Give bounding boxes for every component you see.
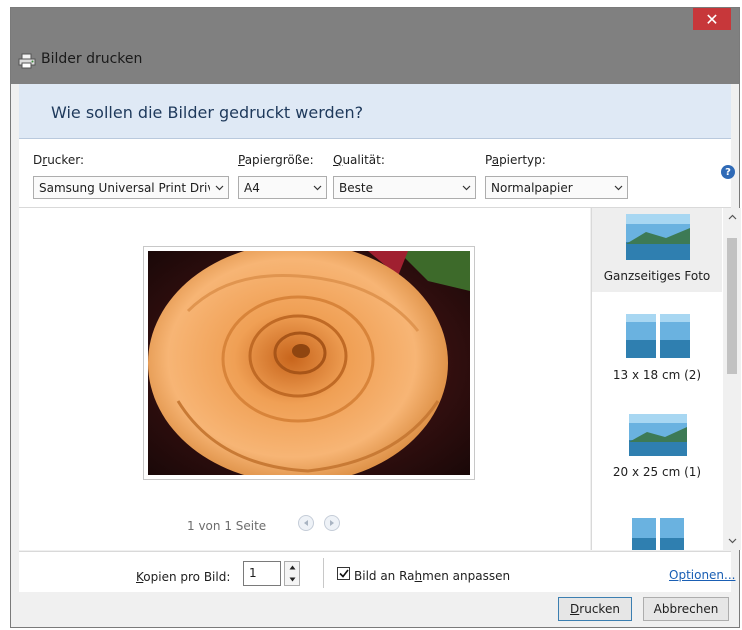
checkmark-icon bbox=[338, 569, 349, 578]
printer-label: Drucker: bbox=[33, 153, 85, 167]
paper-type-select[interactable]: Normalpapier bbox=[485, 176, 628, 199]
layout-full-page[interactable]: Ganzseitiges Foto bbox=[592, 208, 722, 292]
increment-button[interactable] bbox=[285, 562, 299, 573]
close-button[interactable]: ✕ bbox=[693, 8, 731, 30]
scroll-thumb[interactable] bbox=[727, 238, 737, 374]
layout-20x25[interactable]: 20 x 25 cm (1) bbox=[592, 408, 722, 498]
close-icon: ✕ bbox=[705, 9, 719, 29]
copies-input[interactable]: 1 bbox=[243, 561, 281, 586]
heading-band: Wie sollen die Bilder gedruckt werden? bbox=[19, 84, 731, 139]
layout-list: Ganzseitiges Foto 13 x 18 cm (2) 20 x 25… bbox=[591, 208, 724, 550]
decrement-button[interactable] bbox=[285, 574, 299, 585]
cancel-button[interactable]: Abbrechen bbox=[643, 597, 729, 621]
layout-label: Ganzseitiges Foto bbox=[603, 269, 711, 283]
printer-icon bbox=[18, 53, 36, 69]
divider bbox=[323, 558, 324, 588]
paper-size-label: Papiergröße: bbox=[238, 153, 314, 167]
layout-label: 20 x 25 cm (1) bbox=[612, 465, 702, 479]
title-bar: ✕ Bilder drucken bbox=[11, 8, 739, 84]
layout-thumbnail-more bbox=[632, 518, 684, 550]
next-page-button[interactable] bbox=[324, 515, 340, 531]
triangle-right-icon bbox=[330, 520, 334, 526]
quality-label: Qualität: bbox=[333, 153, 385, 167]
window-title: Bilder drucken bbox=[41, 51, 143, 67]
page-indicator: 1 von 1 Seite bbox=[187, 519, 267, 533]
preview-photo bbox=[148, 251, 470, 475]
page-heading: Wie sollen die Bilder gedruckt werden? bbox=[51, 103, 364, 122]
chevron-down-icon bbox=[210, 177, 228, 198]
triangle-down-icon bbox=[289, 577, 295, 582]
options-link[interactable]: Optionen... bbox=[669, 568, 735, 582]
layout-next[interactable] bbox=[592, 508, 722, 550]
print-button[interactable]: Drucken bbox=[558, 597, 632, 621]
print-settings: Drucker: Samsung Universal Print Driver … bbox=[19, 139, 735, 208]
chevron-down-icon bbox=[609, 177, 627, 198]
print-preview: 1 von 1 Seite bbox=[19, 208, 590, 550]
copies-label: Kopien pro Bild: bbox=[136, 570, 231, 584]
quality-select[interactable]: Beste bbox=[333, 176, 476, 199]
triangle-up-icon bbox=[289, 565, 295, 570]
paper-type-select-value: Normalpapier bbox=[491, 180, 573, 195]
help-icon[interactable]: ? bbox=[721, 165, 735, 179]
previous-page-button[interactable] bbox=[298, 515, 314, 531]
layout-thumbnail-13x18 bbox=[626, 314, 690, 358]
printer-select[interactable]: Samsung Universal Print Driver bbox=[33, 176, 229, 199]
quality-select-value: Beste bbox=[339, 180, 373, 195]
printer-select-value: Samsung Universal Print Driver bbox=[39, 180, 210, 195]
layout-thumbnail-full-page bbox=[626, 214, 690, 260]
layout-13x18[interactable]: 13 x 18 cm (2) bbox=[592, 304, 722, 394]
chevron-down-icon bbox=[308, 177, 326, 198]
paper-size-select-value: A4 bbox=[244, 180, 260, 195]
chevron-up-icon bbox=[728, 214, 736, 220]
chevron-down-icon bbox=[728, 538, 736, 544]
layout-thumbnail-20x25 bbox=[629, 414, 687, 456]
copies-stepper bbox=[284, 561, 300, 586]
scroll-down-button[interactable] bbox=[723, 532, 741, 550]
paper-size-select[interactable]: A4 bbox=[238, 176, 327, 199]
chevron-down-icon bbox=[457, 177, 475, 198]
triangle-left-icon bbox=[304, 520, 308, 526]
preview-page bbox=[143, 246, 475, 480]
print-pictures-dialog: ✕ Bilder drucken Wie sollen die Bilder g… bbox=[10, 7, 741, 628]
layout-list-scrollbar[interactable] bbox=[723, 208, 741, 550]
options-bar: Kopien pro Bild: 1 Bild an Rahmen anpass… bbox=[19, 551, 735, 592]
scroll-up-button[interactable] bbox=[723, 208, 741, 226]
fit-to-frame-label: Bild an Rahmen anpassen bbox=[354, 569, 511, 583]
layout-label: 13 x 18 cm (2) bbox=[612, 368, 702, 382]
paper-type-label: Papiertyp: bbox=[485, 153, 546, 167]
fit-to-frame-checkbox[interactable] bbox=[337, 567, 350, 580]
